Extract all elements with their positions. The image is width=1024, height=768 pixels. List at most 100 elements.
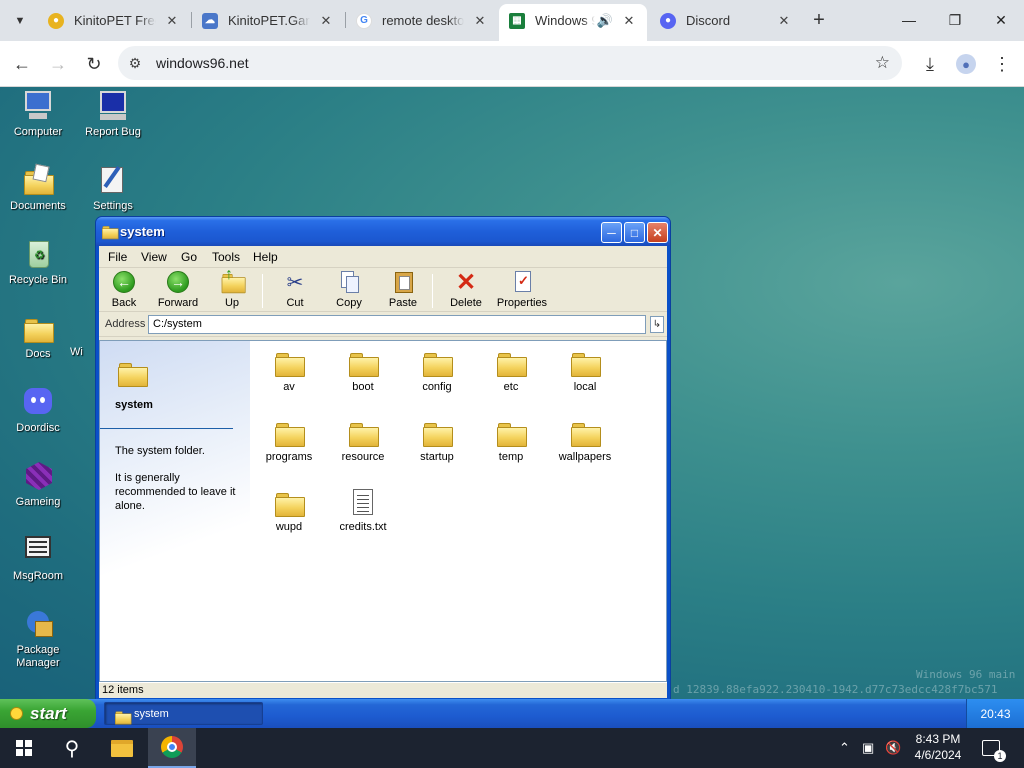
windows-start-button[interactable] [0, 728, 48, 768]
file-item[interactable]: etc [474, 347, 548, 393]
site-info-icon[interactable]: ⚙ [118, 55, 152, 72]
windows96-taskbar: start system 20:43 [0, 699, 1024, 728]
close-window-button[interactable]: ✕ [978, 0, 1024, 40]
go-arrow-icon[interactable]: ↳ [650, 316, 664, 333]
menu-kebab-icon[interactable]: ⋮ [988, 50, 1016, 78]
minimize-button[interactable]: ─ [601, 222, 622, 243]
tab-title: Discord [686, 13, 731, 28]
tab-kinitopet-gamejolt[interactable]: ☁ KinitoPET.GameJolt ✕ [192, 6, 344, 35]
cut-button[interactable]: ✂ Cut [270, 270, 320, 310]
menu-view[interactable]: View [141, 250, 167, 264]
profile-avatar-icon[interactable]: ● [952, 50, 980, 78]
file-item[interactable]: boot [326, 347, 400, 393]
file-item[interactable]: local [548, 347, 622, 393]
desktop-icon-computer[interactable]: Computer [0, 89, 76, 139]
tab-search-chevron-icon[interactable]: ▼ [8, 9, 32, 33]
file-item[interactable]: wupd [252, 487, 326, 533]
download-icon[interactable]: ⤓ [916, 50, 944, 78]
system-tray-clock[interactable]: 20:43 [966, 699, 1024, 728]
menu-tools[interactable]: Tools [212, 250, 240, 264]
desktop-icon-msgroom[interactable]: MsgRoom [0, 533, 76, 583]
menu-file[interactable]: File [108, 250, 127, 264]
file-item[interactable]: av [252, 347, 326, 393]
tab-windows96[interactable]: ▦ Windows 96 🔊 ✕ [499, 4, 647, 41]
start-button[interactable]: start [0, 699, 96, 728]
close-tab-icon[interactable]: ✕ [619, 11, 639, 31]
paste-button[interactable]: Paste [378, 270, 428, 309]
tab-remote-desktop[interactable]: G remote desktop ✕ [346, 6, 498, 35]
desktop-icon-recycle-bin[interactable]: ♻ Recycle Bin [0, 237, 76, 287]
desktop-icon-documents[interactable]: Documents [0, 163, 76, 213]
desktop-icon-label: Report Bug [85, 126, 141, 138]
file-item[interactable]: config [400, 347, 474, 393]
reload-icon[interactable]: ↻ [80, 50, 108, 78]
close-tab-icon[interactable]: ✕ [162, 11, 182, 31]
properties-button[interactable]: ✓ Properties [491, 270, 553, 309]
window-titlebar[interactable]: system ─ □ ✕ [96, 217, 670, 246]
start-label: start [30, 703, 67, 723]
bookmark-star-icon[interactable]: ☆ [875, 53, 890, 73]
toolbar: ← Back → Forward ↑ Up ✂ Cut Copy Paste ✕… [99, 266, 667, 312]
file-item[interactable]: credits.txt [326, 487, 400, 533]
tab-title: KinitoPET.GameJolt [228, 13, 310, 28]
file-item[interactable]: programs [252, 417, 326, 463]
search-button[interactable]: ⚲ [48, 728, 96, 768]
back-button[interactable]: ← Back [99, 270, 149, 309]
file-view[interactable]: system The system folder. It is generall… [99, 340, 667, 682]
description-line: It is generally recommended to leave it … [115, 472, 236, 512]
file-name: config [422, 381, 452, 393]
forward-button[interactable]: → Forward [153, 270, 203, 309]
windows-logo-icon [16, 740, 32, 756]
file-item[interactable]: temp [474, 417, 548, 463]
taskbar-window-button[interactable]: system [104, 702, 263, 725]
notifications-button[interactable]: 1 [982, 728, 1006, 768]
menu-go[interactable]: Go [181, 250, 197, 264]
desktop-icon-gameing[interactable]: Gameing [0, 459, 76, 509]
back-arrow-icon[interactable]: ← [8, 50, 36, 78]
explorer-window[interactable]: system ─ □ ✕ File View Go Tools Help ← B… [95, 216, 671, 701]
show-hidden-icons-chevron-icon[interactable]: ⌃ [839, 728, 850, 768]
clipboard-icon [390, 270, 416, 294]
desktop-icon-doordisc[interactable]: Doordisc [0, 385, 76, 435]
minimize-window-button[interactable]: — [886, 0, 932, 40]
address-bar[interactable]: ⚙ windows96.net ☆ [118, 46, 902, 80]
forward-arrow-icon[interactable]: → [44, 50, 72, 78]
copy-button[interactable]: Copy [324, 270, 374, 309]
up-button[interactable]: ↑ Up [207, 266, 257, 309]
desktop-icon-label: Doordisc [16, 422, 60, 434]
desktop-icon-docs[interactable]: Docs [0, 311, 76, 361]
menu-help[interactable]: Help [253, 250, 278, 264]
file-explorer-button[interactable] [98, 728, 146, 768]
desktop-icon-settings[interactable]: Settings [75, 163, 151, 213]
address-input[interactable]: C:/system [148, 315, 646, 334]
file-item[interactable]: resource [326, 417, 400, 463]
close-tab-icon[interactable]: ✕ [470, 11, 490, 31]
clock-time: 8:43 PM [915, 732, 961, 746]
file-item[interactable]: wallpapers [548, 417, 622, 463]
tab-discord[interactable]: ● Discord ✕ [650, 6, 802, 35]
system-clock[interactable]: 8:43 PM 4/6/2024 [906, 731, 970, 763]
properties-icon: ✓ [509, 270, 535, 294]
delete-button[interactable]: ✕ Delete [441, 269, 491, 310]
file-name: temp [498, 451, 524, 463]
delete-label: Delete [450, 297, 482, 309]
report-bug-icon [96, 89, 130, 123]
network-icon[interactable]: ▣ [862, 728, 874, 768]
close-tab-icon[interactable]: ✕ [316, 11, 336, 31]
close-button[interactable]: ✕ [647, 222, 668, 243]
tab-kinitopet-free[interactable]: ● KinitoPET Free ✕ [38, 6, 190, 35]
close-tab-icon[interactable]: ✕ [774, 11, 794, 31]
new-tab-button[interactable]: + [807, 8, 831, 32]
browser-toolbar: ← → ↻ ⚙ windows96.net ☆ ⤓ ● ⋮ [0, 41, 1024, 87]
maximize-button[interactable]: □ [624, 222, 645, 243]
toolbar-separator [432, 274, 433, 308]
url-text[interactable]: windows96.net [156, 55, 249, 71]
chrome-taskbar-button[interactable] [148, 728, 196, 768]
desktop-icon-report-bug[interactable]: Report Bug [75, 89, 151, 139]
desktop-icon-package-manager[interactable]: Package Manager [0, 607, 76, 670]
desktop-icon-label: Recycle Bin [8, 274, 68, 286]
restore-window-button[interactable]: ❐ [932, 0, 978, 40]
file-item[interactable]: startup [400, 417, 474, 463]
audio-playing-icon[interactable]: 🔊 [597, 13, 613, 29]
volume-muted-icon[interactable]: 🔇 [885, 728, 901, 768]
